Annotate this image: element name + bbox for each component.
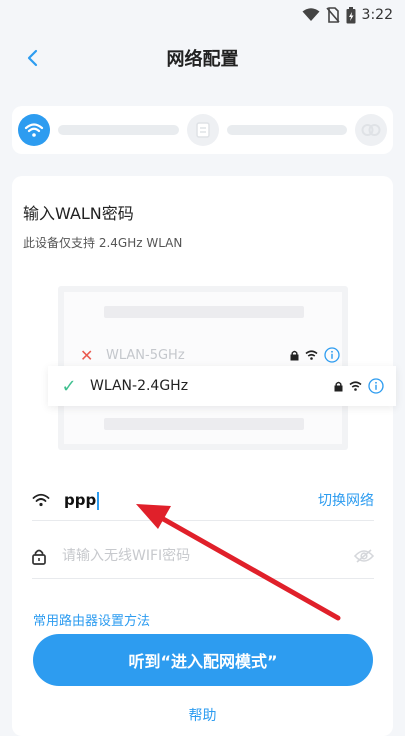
placeholder-line (104, 418, 304, 430)
wifi-signal-icon (305, 350, 318, 360)
chevron-left-icon (27, 49, 38, 67)
step-wifi (18, 114, 50, 146)
step-link (355, 114, 387, 146)
network-label-24ghz: WLAN-2.4GHz (90, 378, 189, 394)
info-icon (368, 378, 384, 394)
network-label-5ghz: WLAN-5GHz (106, 347, 185, 363)
cross-icon: ✕ (80, 345, 94, 365)
switch-network-button[interactable]: 切换网络 (318, 490, 374, 510)
router-icon (195, 122, 210, 138)
step-connector (226, 125, 347, 135)
password-input[interactable] (60, 547, 334, 565)
back-button[interactable] (18, 44, 46, 72)
card-title: 输入WALN密码 (23, 204, 134, 223)
info-icon (324, 347, 340, 363)
battery-icon (346, 6, 356, 23)
placeholder-line (104, 306, 304, 318)
link-icon (361, 124, 381, 136)
page-title: 网络配置 (166, 49, 239, 70)
ssid-input[interactable]: ppp (64, 491, 100, 510)
lock-icon (290, 350, 299, 360)
wifi-config-card: 输入WALN密码 此设备仅支持 2.4GHz WLAN ✕ WLAN-5GHz … (12, 176, 396, 736)
check-icon: ✓ (61, 375, 77, 397)
card-subtitle: 此设备仅支持 2.4GHz WLAN (23, 236, 183, 250)
enter-pairing-mode-button[interactable]: 听到“进入配网模式” (33, 634, 373, 686)
wifi-signal-icon (349, 381, 362, 391)
wifi-icon (24, 123, 44, 137)
no-sim-icon (325, 7, 340, 23)
password-row (32, 534, 374, 579)
lock-icon (334, 381, 343, 391)
help-link[interactable]: 帮助 (12, 705, 393, 725)
wifi-icon (32, 493, 50, 507)
eye-hidden-icon[interactable] (354, 549, 374, 563)
status-bar: 3:22 (0, 0, 405, 30)
ssid-row: ppp 切换网络 (32, 480, 374, 521)
illustration-row-24ghz: ✓ WLAN-2.4GHz (48, 366, 396, 406)
lock-icon (32, 549, 46, 565)
router-setup-link[interactable]: 常用路由器设置方法 (33, 610, 150, 629)
step-connector (58, 125, 179, 135)
status-time: 3:22 (361, 7, 393, 23)
step-router (186, 114, 219, 146)
header: 网络配置 (0, 30, 405, 86)
progress-steps (12, 106, 393, 154)
wifi-icon (302, 8, 320, 21)
